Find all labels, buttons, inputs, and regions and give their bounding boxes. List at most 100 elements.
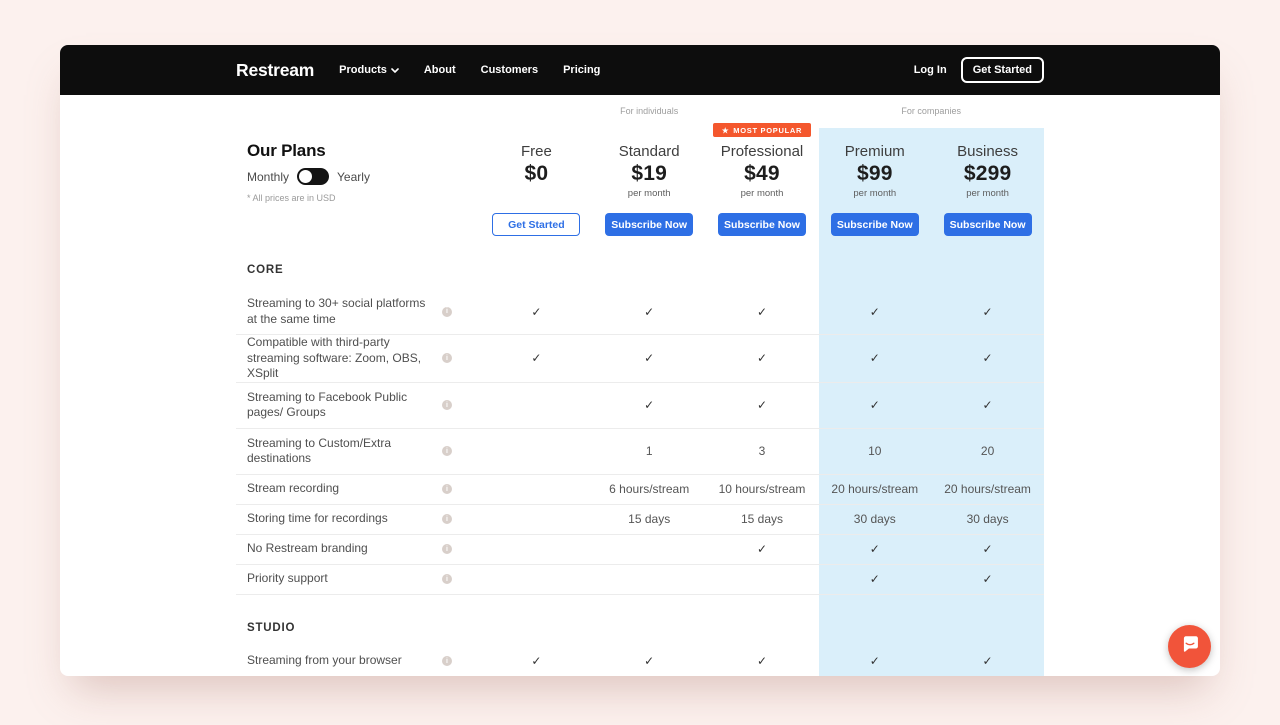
- cta-spacer: [236, 213, 480, 236]
- feature-table: COREStreaming to 30+ social platforms at…: [236, 249, 1044, 676]
- section-header-studio: STUDIO: [236, 595, 1044, 647]
- billing-toggle-row: Monthly Yearly: [247, 168, 370, 185]
- check-icon: ✓: [983, 654, 993, 668]
- info-icon[interactable]: i: [442, 484, 452, 494]
- info-icon[interactable]: i: [442, 574, 452, 584]
- nav-links: Products About Customers Pricing: [339, 64, 600, 76]
- plan-header-business: Business$299per month: [931, 123, 1044, 200]
- plan-value-cell: ✓: [480, 305, 593, 319]
- info-icon[interactable]: i: [442, 446, 452, 456]
- plan-value-cell: ✓: [706, 398, 819, 412]
- check-icon: ✓: [983, 572, 993, 586]
- section-header-core: CORE: [236, 249, 1044, 289]
- cta-button-standard[interactable]: Subscribe Now: [605, 213, 693, 236]
- plan-value-cell: 15 days: [593, 512, 706, 526]
- chat-launcher-button[interactable]: [1168, 625, 1211, 668]
- nav-link-pricing[interactable]: Pricing: [563, 64, 600, 76]
- check-icon: ✓: [757, 654, 767, 668]
- nav-link-about[interactable]: About: [424, 64, 456, 76]
- yearly-label[interactable]: Yearly: [337, 170, 370, 184]
- feature-row: Stream recordingi6 hours/stream10 hours/…: [236, 475, 1044, 505]
- check-icon: ✓: [644, 654, 654, 668]
- plan-header-premium: Premium$99per month: [818, 123, 931, 200]
- plan-value-cell: ✓: [593, 305, 706, 319]
- plan-value-cell: ✓: [931, 654, 1044, 668]
- plan-value-cell: ✓: [480, 351, 593, 365]
- get-started-nav-button[interactable]: Get Started: [961, 57, 1044, 83]
- star-icon: ★: [722, 126, 729, 135]
- login-link[interactable]: Log In: [914, 64, 947, 76]
- plan-value-cell: ✓: [480, 654, 593, 668]
- plan-value-cell: ✓: [593, 351, 706, 365]
- group-label-individuals: For individuals: [480, 106, 818, 116]
- plan-value-cell: 20 hours/stream: [818, 482, 931, 496]
- check-icon: ✓: [757, 351, 767, 365]
- check-icon: ✓: [644, 305, 654, 319]
- plan-value-cell: ✓: [931, 398, 1044, 412]
- cta-button-free[interactable]: Get Started: [492, 213, 580, 236]
- restream-logo[interactable]: Restream: [236, 60, 314, 81]
- feature-row: Streaming to Facebook Public pages/ Grou…: [236, 383, 1044, 429]
- monthly-label[interactable]: Monthly: [247, 170, 289, 184]
- badge-slot: [818, 123, 931, 138]
- badge-slot: [593, 123, 706, 138]
- check-icon: ✓: [757, 542, 767, 556]
- nav-link-customers[interactable]: Customers: [481, 64, 538, 76]
- plan-value-cell: ✓: [931, 572, 1044, 586]
- intercom-messenger-icon: [1180, 634, 1200, 659]
- info-icon[interactable]: i: [442, 307, 452, 317]
- info-icon[interactable]: i: [442, 514, 452, 524]
- cta-button-premium[interactable]: Subscribe Now: [831, 213, 919, 236]
- feature-label: Compatible with third-party streaming so…: [247, 335, 433, 382]
- plan-value-cell: ✓: [818, 572, 931, 586]
- feature-label: Streaming from your browser: [247, 653, 433, 669]
- site-window: Restream Products About Customers Pricing L…: [60, 45, 1220, 676]
- badge-slot: [931, 123, 1044, 138]
- plan-price: $49: [706, 162, 819, 186]
- feature-row: Streaming to 30+ social platforms at the…: [236, 289, 1044, 335]
- plan-price: $299: [931, 162, 1044, 186]
- plan-value-cell: ✓: [931, 542, 1044, 556]
- check-icon: ✓: [870, 305, 880, 319]
- plan-value-cell: ✓: [931, 305, 1044, 319]
- plan-name: Standard: [593, 143, 706, 160]
- plan-value-cell: 6 hours/stream: [593, 482, 706, 496]
- feature-row: Compatible with third-party streaming so…: [236, 335, 1044, 383]
- info-icon[interactable]: i: [442, 400, 452, 410]
- check-icon: ✓: [757, 305, 767, 319]
- feature-row: No Restream brandingi ✓ ✓ ✓: [236, 535, 1044, 565]
- plan-value-cell: 20 hours/stream: [931, 482, 1044, 496]
- check-icon: ✓: [531, 351, 541, 365]
- feature-label-cell: Streaming to Facebook Public pages/ Grou…: [236, 390, 480, 421]
- plan-name: Business: [931, 143, 1044, 160]
- check-icon: ✓: [983, 542, 993, 556]
- pricing-container: Our Plans Monthly Yearly * All prices ar…: [236, 95, 1044, 676]
- plan-price: $0: [480, 162, 593, 186]
- nav-link-products[interactable]: Products: [339, 64, 399, 76]
- info-icon[interactable]: i: [442, 353, 452, 363]
- plan-value-cell: ✓: [818, 351, 931, 365]
- feature-label-cell: No Restream brandingi: [236, 541, 480, 557]
- plan-value-cell: ✓: [818, 654, 931, 668]
- plan-value-cell: ✓: [818, 398, 931, 412]
- check-icon: ✓: [983, 351, 993, 365]
- info-icon[interactable]: i: [442, 544, 452, 554]
- info-icon[interactable]: i: [442, 656, 452, 666]
- plan-value-cell: ✓: [706, 351, 819, 365]
- plan-value-cell: ✓: [706, 305, 819, 319]
- plan-value-cell: 15 days: [706, 512, 819, 526]
- plan-price: $19: [593, 162, 706, 186]
- check-icon: ✓: [870, 398, 880, 412]
- feature-label-cell: Streaming from your browser i: [236, 653, 480, 669]
- check-icon: ✓: [983, 398, 993, 412]
- cta-button-professional[interactable]: Subscribe Now: [718, 213, 806, 236]
- plan-value-cell: ✓: [818, 542, 931, 556]
- plan-price: $99: [818, 162, 931, 186]
- check-icon: ✓: [870, 654, 880, 668]
- feature-label-cell: Stream recording i: [236, 481, 480, 497]
- plan-name: Premium: [818, 143, 931, 160]
- billing-toggle[interactable]: [297, 168, 329, 185]
- feature-label: Stream recording: [247, 481, 433, 497]
- cta-button-business[interactable]: Subscribe Now: [944, 213, 1032, 236]
- feature-label-cell: Storing time for recordingsi: [236, 511, 480, 527]
